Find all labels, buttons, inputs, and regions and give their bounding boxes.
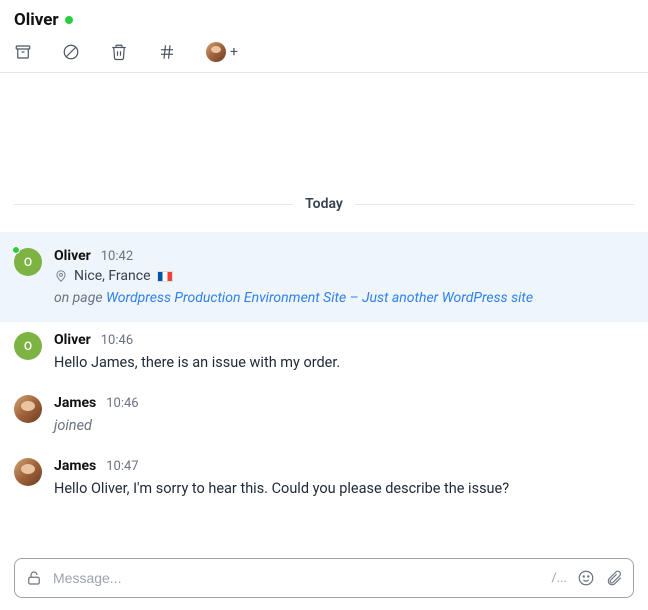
message-author: James <box>54 395 96 411</box>
slash-commands-button[interactable]: /... <box>551 571 567 586</box>
date-divider: Today <box>0 196 648 212</box>
chat-message: O Oliver 10:42 Nice, France on page Word… <box>0 232 648 322</box>
location-pin-icon <box>54 269 68 283</box>
chat-message: O Oliver 10:46 Hello James, there is an … <box>0 322 648 385</box>
divider-line-icon <box>355 204 634 205</box>
message-content: Oliver 10:46 Hello James, there is an is… <box>54 332 634 373</box>
page-prefix: on page <box>54 290 106 306</box>
message-author: James <box>54 458 96 474</box>
message-location: Nice, France <box>54 268 634 284</box>
avatar-initial: O <box>24 255 32 269</box>
presence-dot-icon <box>12 246 20 254</box>
date-divider-label: Today <box>305 196 343 212</box>
chat-title-row: Oliver <box>14 10 634 30</box>
message-author: Oliver <box>54 332 91 348</box>
chat-header: Oliver <box>0 0 648 30</box>
attachment-icon[interactable] <box>605 569 623 587</box>
message-content: James 10:47 Hello Oliver, I'm sorry to h… <box>54 458 634 499</box>
message-page-info: on page Wordpress Production Environment… <box>54 290 634 306</box>
location-text: Nice, France <box>74 268 151 284</box>
add-agent-button[interactable]: + <box>206 42 238 62</box>
message-composer: /... <box>14 558 634 598</box>
message-header: Oliver 10:42 <box>54 248 634 264</box>
avatar-initial: O <box>24 339 32 353</box>
message-content: James 10:46 joined <box>54 395 634 436</box>
composer-actions: /... <box>551 569 623 587</box>
trash-icon[interactable] <box>110 43 128 61</box>
message-content: Oliver 10:42 Nice, France on page Wordpr… <box>54 248 634 306</box>
chat-scroll-area[interactable]: Today O Oliver 10:42 Nice, France on pag… <box>0 68 648 550</box>
hash-icon[interactable] <box>158 43 176 61</box>
message-header: Oliver 10:46 <box>54 332 634 348</box>
customer-avatar: O <box>14 332 42 360</box>
archive-icon[interactable] <box>14 43 32 61</box>
agent-avatar-icon <box>206 42 226 62</box>
emoji-icon[interactable] <box>577 569 595 587</box>
message-text: joined <box>54 415 634 436</box>
page-link[interactable]: Wordpress Production Environment Site – … <box>106 290 533 306</box>
message-header: James 10:47 <box>54 458 634 474</box>
chat-title: Oliver <box>14 10 59 30</box>
message-time: 10:42 <box>101 249 133 264</box>
message-author: Oliver <box>54 248 91 264</box>
france-flag-icon <box>157 271 173 282</box>
message-time: 10:47 <box>106 459 138 474</box>
chat-message: James 10:46 joined <box>0 385 648 448</box>
chat-message: James 10:47 Hello Oliver, I'm sorry to h… <box>0 448 648 511</box>
lock-icon[interactable] <box>25 569 43 587</box>
chat-toolbar: + <box>0 30 648 73</box>
message-text: Hello Oliver, I'm sorry to hear this. Co… <box>54 478 634 499</box>
plus-icon: + <box>230 44 238 60</box>
customer-avatar: O <box>14 248 42 276</box>
message-text: Hello James, there is an issue with my o… <box>54 352 634 373</box>
divider-line-icon <box>14 204 293 205</box>
agent-avatar <box>14 458 42 486</box>
message-time: 10:46 <box>106 396 138 411</box>
message-input[interactable] <box>53 570 541 586</box>
message-header: James 10:46 <box>54 395 634 411</box>
agent-avatar <box>14 395 42 423</box>
block-icon[interactable] <box>62 43 80 61</box>
message-time: 10:46 <box>101 333 133 348</box>
presence-dot-icon <box>65 16 73 24</box>
